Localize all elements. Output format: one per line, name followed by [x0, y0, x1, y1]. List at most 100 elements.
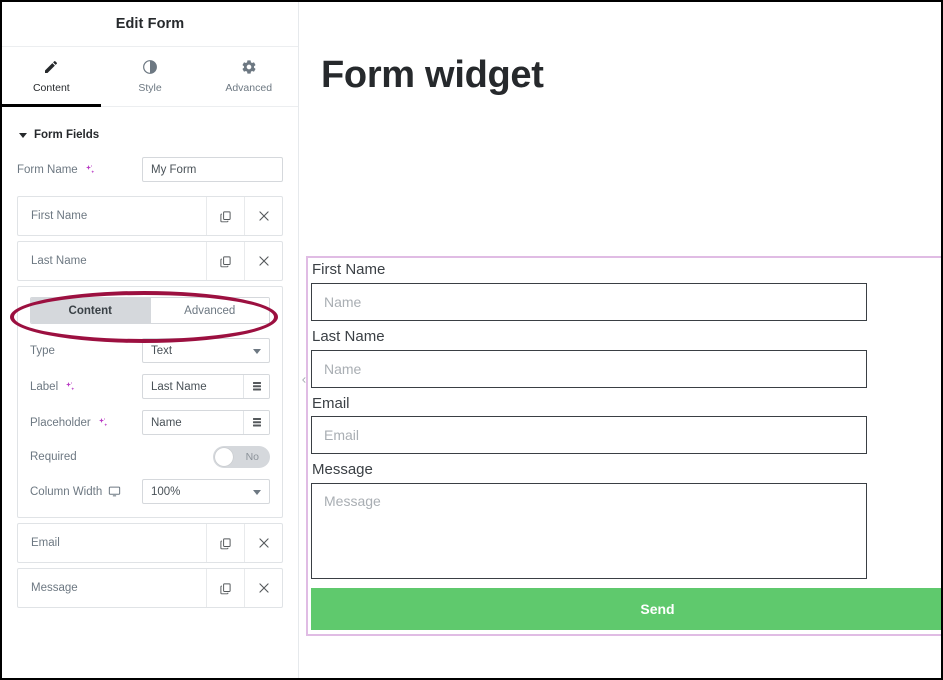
send-button[interactable]: Send — [311, 588, 941, 630]
section-form-fields-label: Form Fields — [34, 129, 100, 141]
contrast-icon — [142, 59, 158, 75]
tab-advanced-label: Advanced — [225, 82, 273, 94]
last-name-placeholder: Name — [324, 360, 362, 377]
first-name-placeholder: Name — [324, 293, 362, 310]
tab-style[interactable]: Style — [101, 47, 200, 106]
field-label-control — [142, 374, 270, 399]
copy-icon[interactable] — [206, 242, 244, 280]
close-icon[interactable] — [244, 242, 282, 280]
close-icon[interactable] — [244, 197, 282, 235]
copy-icon[interactable] — [206, 524, 244, 562]
dynamic-tags-icon[interactable] — [243, 411, 269, 434]
field-item-label: Email — [31, 537, 60, 549]
close-icon[interactable] — [244, 524, 282, 562]
column-width-value: 100% — [151, 485, 181, 498]
field-item-label: Message — [31, 582, 78, 594]
desktop-icon[interactable] — [108, 485, 121, 498]
message-textarea[interactable]: Message — [311, 483, 867, 579]
field-item-last-name[interactable]: Last Name — [17, 241, 283, 281]
field-label-label: Label — [30, 381, 142, 393]
preview-field-label: Message — [312, 461, 373, 479]
close-icon[interactable] — [244, 569, 282, 607]
sparkle-icon[interactable] — [97, 417, 109, 429]
dynamic-tags-icon[interactable] — [243, 375, 269, 398]
field-required-label: Required — [30, 451, 77, 463]
panel-header: Edit Form — [2, 2, 298, 47]
preview-canvas: Form widget First Name Name Last Name Na… — [299, 2, 941, 678]
field-type-select[interactable]: Text — [142, 338, 270, 363]
field-item-email[interactable]: Email — [17, 523, 283, 563]
required-toggle[interactable]: No — [213, 446, 270, 468]
tab-style-label: Style — [138, 82, 162, 94]
preview-field-label: Last Name — [312, 327, 385, 345]
pencil-icon — [43, 59, 59, 75]
preview-field-label: Email — [312, 394, 350, 412]
field-settings-card: Content Advanced Type Text Label Last Na… — [17, 286, 283, 518]
first-name-input[interactable]: Name — [311, 282, 867, 321]
field-type-control: Text — [142, 338, 270, 363]
panel-body: Form Fields Form Name My Form First Name… — [2, 107, 298, 678]
field-required-control: No — [142, 446, 270, 468]
field-placeholder-control — [142, 410, 270, 435]
preview-field-email: Email Email — [311, 395, 941, 455]
field-placeholder-input[interactable] — [143, 411, 243, 434]
panel-tabs: Content Style Advanced — [2, 47, 298, 107]
field-placeholder-row: Placeholder — [30, 410, 270, 435]
form-name-row: Form Name — [17, 157, 283, 182]
last-name-input[interactable]: Name — [311, 349, 867, 388]
field-placeholder-label: Placeholder — [30, 417, 142, 429]
field-item-message[interactable]: Message — [17, 568, 283, 608]
field-item-label: First Name — [31, 210, 88, 222]
field-item-label: Last Name — [31, 255, 87, 267]
form-fields-list: First Name Last Name Content Advanced Ty… — [17, 196, 283, 608]
tab-content[interactable]: Content — [2, 47, 101, 107]
preview-field-message: Message Message — [311, 461, 941, 579]
column-width-select[interactable]: 100% — [142, 479, 270, 504]
field-column-width-label: Column Width — [30, 485, 142, 498]
field-label-row: Label — [30, 374, 270, 399]
copy-icon[interactable] — [206, 197, 244, 235]
chevron-down-icon — [253, 348, 261, 354]
section-form-fields[interactable]: Form Fields — [17, 107, 283, 157]
editor-window: Edit Form Content Style Advanced Form Fi… — [0, 0, 943, 680]
preview-field-last-name: Last Name Name — [311, 328, 941, 388]
panel-title: Edit Form — [115, 16, 185, 32]
field-label-input-group — [142, 374, 270, 399]
field-placeholder-text: Placeholder — [30, 416, 91, 429]
preview-field-first-name: First Name Name — [311, 261, 941, 321]
field-item-first-name[interactable]: First Name — [17, 196, 283, 236]
field-column-width-control: 100% — [142, 479, 270, 504]
field-column-width-row: Column Width 100% — [30, 479, 270, 504]
form-name-control — [142, 157, 283, 182]
email-placeholder: Email — [324, 427, 360, 444]
field-type-row: Type Text — [30, 338, 270, 363]
message-placeholder: Message — [324, 493, 381, 509]
field-label-text: Label — [30, 380, 59, 393]
field-type-label: Type — [30, 344, 55, 357]
field-placeholder-input-group — [142, 410, 270, 435]
gear-icon — [241, 59, 257, 75]
form-name-input[interactable] — [142, 157, 283, 182]
preview-field-label: First Name — [312, 261, 386, 278]
toggle-knob — [215, 448, 233, 466]
field-required-row: Required No — [30, 446, 270, 468]
tab-advanced[interactable]: Advanced — [199, 47, 298, 106]
form-widget: First Name Name Last Name Name Email Ema… — [306, 256, 941, 636]
field-tab-content[interactable]: Content — [31, 298, 150, 323]
field-label-input[interactable] — [143, 375, 243, 398]
email-input[interactable]: Email — [311, 416, 867, 455]
edit-form-panel: Edit Form Content Style Advanced Form Fi… — [2, 2, 299, 678]
form-name-label: Form Name — [17, 164, 142, 176]
field-tab-advanced[interactable]: Advanced — [149, 298, 269, 323]
page-title: Form widget — [321, 54, 544, 96]
copy-icon[interactable] — [206, 569, 244, 607]
sparkle-icon[interactable] — [64, 381, 76, 393]
field-column-width-text: Column Width — [30, 485, 103, 498]
chevron-down-icon — [253, 489, 261, 495]
form-name-label-text: Form Name — [17, 163, 78, 176]
chevron-left-icon[interactable] — [299, 367, 310, 393]
sparkle-icon[interactable] — [84, 164, 96, 176]
field-settings-tabs: Content Advanced — [30, 297, 270, 324]
field-type-value: Text — [151, 344, 173, 357]
chevron-down-icon — [19, 132, 27, 138]
